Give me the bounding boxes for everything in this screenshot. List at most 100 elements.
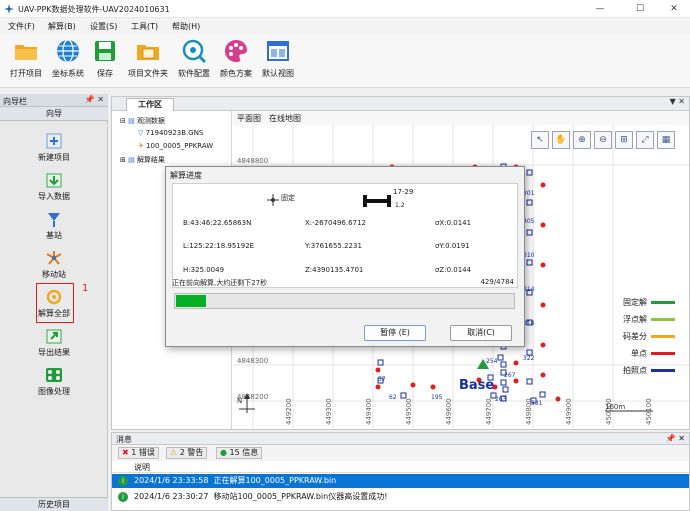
tree-label: 71940923B.GNS <box>145 129 204 137</box>
legend-label: 码差分 <box>623 332 647 341</box>
expand-icon[interactable]: ⊞ <box>120 156 128 164</box>
menu-tools[interactable]: 工具(T) <box>131 21 158 32</box>
single-point <box>555 396 561 402</box>
tree-node-observations[interactable]: ⊟ ▤ 观测数据 <box>120 116 165 126</box>
x-axis-label: 449200 <box>285 398 293 425</box>
folder-icon <box>15 45 37 60</box>
point-label: 62 <box>389 394 397 401</box>
menu-solve[interactable]: 解算(B) <box>48 21 76 32</box>
default-view-button[interactable]: 默认视图 <box>258 38 298 86</box>
cancel-button[interactable]: 取消(C) <box>450 325 512 341</box>
rover-icon <box>46 251 62 265</box>
legend-label: 固定解 <box>623 298 647 307</box>
single-point <box>540 182 546 188</box>
app-logo-icon <box>4 4 14 14</box>
navigator-title: 向导栏 <box>3 97 27 106</box>
map-tabs: 平面图 在线地图 <box>233 111 689 125</box>
fix-status-icon <box>267 194 279 206</box>
legend-swatch <box>651 318 675 321</box>
messages-title: 消息 <box>116 435 132 444</box>
maximize-button[interactable]: ☐ <box>622 0 658 18</box>
nav-base-station[interactable]: 基站 <box>0 206 108 244</box>
nav-import-data[interactable]: 导入数据 <box>0 167 108 205</box>
tab-online-map[interactable]: 在线地图 <box>269 113 301 124</box>
config-icon <box>182 39 207 64</box>
save-icon <box>95 41 115 61</box>
nav-image-processing[interactable]: 图像处理 <box>0 362 108 400</box>
database-icon: ▤ <box>128 117 137 125</box>
tab-workspace[interactable]: 工作区 <box>126 98 174 111</box>
close-button[interactable]: ✕ <box>656 0 690 18</box>
collapse-icon[interactable]: ⊟ <box>120 117 128 125</box>
message-text: 正在解算100_0005_PPKRAW.bin <box>213 476 337 485</box>
nav-base-station-label: 基站 <box>46 231 62 240</box>
tree-node-results[interactable]: ⊞ ▤ 解算结果 <box>120 155 165 165</box>
menu-help[interactable]: 帮助(H) <box>172 21 200 32</box>
sigma-z-value: σZ:0.0144 <box>435 266 472 274</box>
grid-toggle-button[interactable]: ▦ <box>657 131 675 149</box>
photo-point <box>497 354 504 361</box>
photo-point <box>400 392 407 399</box>
fix-status-label: 固定 <box>281 194 295 202</box>
sigma-y-value: σY:0.0191 <box>435 242 470 250</box>
scale-label: 160m <box>605 403 625 411</box>
color-scheme-label: 颜色方案 <box>220 69 252 78</box>
select-tool-button[interactable]: ↖ <box>531 131 549 149</box>
menu-file[interactable]: 文件(F) <box>8 21 35 32</box>
window-title: UAV-PPK数据处理软件-UAV2024010631 <box>18 5 170 14</box>
legend-dgps: 码差分 <box>623 331 675 342</box>
save-button[interactable]: 保存 <box>90 38 120 86</box>
tree-label: 观测数据 <box>136 117 165 125</box>
tab-plan-view[interactable]: 平面图 <box>237 113 261 124</box>
filter-warnings-button[interactable]: ⚠ 2 警告 <box>166 447 208 459</box>
pan-tool-button[interactable]: ✋ <box>552 131 570 149</box>
solve-status-panel: 固定 17-29 1.2 B:43:46:22.65863N L:125:22:… <box>172 183 518 288</box>
menu-bar: 文件(F) 解算(B) 设置(S) 工具(T) 帮助(H) <box>0 18 690 34</box>
coordinate-system-button[interactable]: 坐标系统 <box>48 38 88 86</box>
single-point <box>540 342 546 348</box>
pause-button[interactable]: 暂停 (E) <box>364 325 426 341</box>
filter-label: 1 错误 <box>131 448 155 457</box>
default-view-icon <box>267 41 289 61</box>
legend-label: 拍照点 <box>623 366 647 375</box>
color-scheme-button[interactable]: 颜色方案 <box>216 38 256 86</box>
import-data-icon <box>46 173 62 188</box>
navigator-pin-close[interactable]: 📌 ✕ <box>85 95 104 104</box>
default-view-label: 默认视图 <box>262 69 294 78</box>
history-projects-tab[interactable]: 历史项目 <box>0 497 108 511</box>
tree-node-base-file[interactable]: ▽ 71940923B.GNS <box>138 129 203 137</box>
message-time: 2024/1/6 23:30:27 <box>134 492 209 501</box>
single-point <box>540 372 546 378</box>
zoom-in-button[interactable]: ⊕ <box>573 131 591 149</box>
message-row[interactable]: i 2024/1/6 23:30:27 移动站100_0005_PPKRAW.bi… <box>112 490 689 504</box>
filter-label: 15 信息 <box>229 448 259 457</box>
tree-label: 100_0005_PPKRAW <box>146 142 214 150</box>
single-point <box>375 384 381 390</box>
photo-point <box>526 169 533 176</box>
menu-settings[interactable]: 设置(S) <box>90 21 117 32</box>
photo-point <box>526 378 533 385</box>
single-point <box>430 384 436 390</box>
zoom-out-button[interactable]: ⊖ <box>594 131 612 149</box>
x-axis-label: 449700 <box>485 398 493 425</box>
full-extent-button[interactable]: ⤢ <box>636 131 654 149</box>
minimize-button[interactable]: — <box>582 0 618 18</box>
project-folder-button[interactable]: 项目文件夹 <box>124 38 172 86</box>
nav-rover[interactable]: 移动站 <box>0 245 108 283</box>
software-config-button[interactable]: 软件配置 <box>174 38 214 86</box>
nav-new-project[interactable]: 新建项目 <box>0 128 108 166</box>
filter-errors-button[interactable]: ✖ 1 错误 <box>118 447 159 459</box>
palette-icon <box>225 40 247 62</box>
nav-export-results[interactable]: 导出结果 <box>0 323 108 361</box>
nav-image-processing-label: 图像处理 <box>38 387 70 396</box>
messages-pin-close[interactable]: 📌 ✕ <box>666 434 685 443</box>
filter-info-button[interactable]: ● 15 信息 <box>216 447 263 459</box>
workspace-controls[interactable]: ▼ ✕ <box>670 97 685 106</box>
single-point <box>540 262 546 268</box>
legend-label: 单点 <box>631 349 647 358</box>
zoom-window-button[interactable]: ⊞ <box>615 131 633 149</box>
message-row[interactable]: i 2024/1/6 23:33:58 正在解算100_0005_PPKRAW.b… <box>112 474 689 488</box>
photo-point <box>502 386 509 393</box>
open-project-button[interactable]: 打开项目 <box>6 38 46 86</box>
tree-node-rover-file[interactable]: ✈ 100_0005_PPKRAW <box>138 142 213 150</box>
